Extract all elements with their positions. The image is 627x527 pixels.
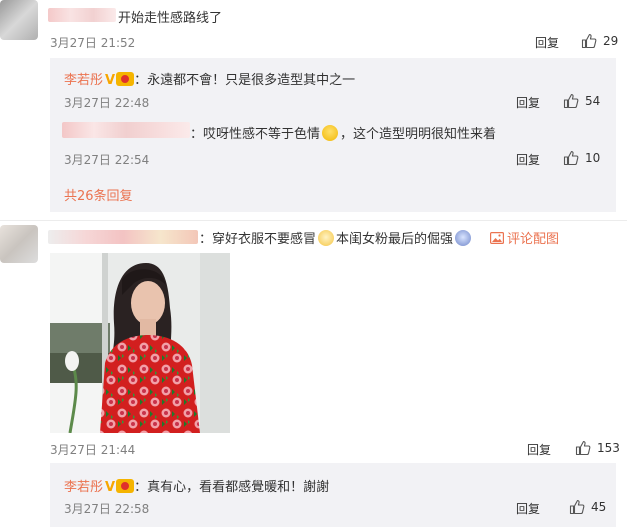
cat-face-emoji-icon [318,230,335,246]
comment-time: 3月27日 21:52 [50,36,136,50]
sub-reply-line: 李若彤 V ：永遠都不會！只是很多造型其中之一 [64,69,355,88]
thumbs-up-icon [563,150,579,166]
like-count: 45 [591,500,607,514]
verified-v-icon: V [105,73,116,88]
username-blurred[interactable] [48,230,198,244]
comment-text: 开始走性感路线了 [118,11,223,26]
reply-author-name[interactable]: 李若彤 [64,73,103,88]
level-badge-icon [116,72,135,86]
like-count: 10 [585,151,601,165]
verified-v-icon: V [105,480,116,495]
reply-button[interactable]: 回复 [535,34,559,51]
more-replies-link[interactable]: 共26条回复 [64,185,133,204]
like-button[interactable]: 153 [575,440,620,456]
crying-emoji-icon [455,230,472,246]
like-button[interactable]: 29 [581,33,618,49]
comment-attached-photo[interactable] [50,253,230,433]
comment-text: ：穿好衣服不要感冒 [199,232,317,247]
picture-comment-link[interactable]: 评论配图 [490,228,559,247]
thumbs-up-icon [575,440,591,456]
sub-reply-time: 3月27日 22:48 [64,96,150,110]
sub-reply-line: 李若彤 V ：真有心，看看都感覺暖和！謝謝 [64,476,329,495]
avatar[interactable] [0,0,38,40]
sub-reply-text: ：真有心，看看都感覺暖和！謝謝 [134,480,330,495]
sub-like-button[interactable]: 10 [563,150,600,166]
comment-line: ：穿好衣服不要感冒 本闺女粉最后的倔强 [199,228,472,247]
sub-reply-line: ：哎呀性感不等于色情 ，这个造型明明很知性来着 [190,123,496,142]
sub-reply-time: 3月27日 22:58 [64,502,150,516]
sub-reply-button[interactable]: 回复 [516,151,540,168]
username-blurred[interactable] [48,8,116,22]
photo-image [50,253,230,433]
divider [0,220,627,221]
like-count: 153 [597,441,620,455]
comment-time: 3月27日 21:44 [50,443,136,457]
username-blurred[interactable] [62,122,190,138]
sub-reply-text: ：哎呀性感不等于色情 [190,127,321,142]
thumbs-up-icon [581,33,597,49]
picture-comment-label: 评论配图 [507,232,560,247]
thumbs-up-icon [569,499,585,515]
sub-like-button[interactable]: 54 [563,93,600,109]
sub-reply-text: ：永遠都不會！只是很多造型其中之一 [134,73,356,88]
reply-box: 李若彤 V ：真有心，看看都感覺暖和！謝謝 3月27日 22:58 回复 45 [50,463,616,527]
comment-text-cont: 本闺女粉最后的倔强 [336,232,454,247]
reply-button[interactable]: 回复 [527,441,551,458]
sub-reply-button[interactable]: 回复 [516,94,540,111]
thumbs-up-icon [563,93,579,109]
sub-reply-text-cont: ，这个造型明明很知性来着 [340,127,497,142]
reply-box: 李若彤 V ：永遠都不會！只是很多造型其中之一 3月27日 22:48 回复 54 … [50,58,616,212]
avatar[interactable] [0,225,38,263]
sub-reply-button[interactable]: 回复 [516,500,540,517]
level-badge-icon [116,479,135,493]
like-count: 29 [603,34,619,48]
reply-author-name[interactable]: 李若彤 [64,480,103,495]
picture-icon [490,232,505,245]
like-count: 54 [585,94,601,108]
sub-reply-time: 3月27日 22:54 [64,153,150,167]
laugh-cry-emoji-icon [322,125,339,141]
sub-like-button[interactable]: 45 [569,499,606,515]
